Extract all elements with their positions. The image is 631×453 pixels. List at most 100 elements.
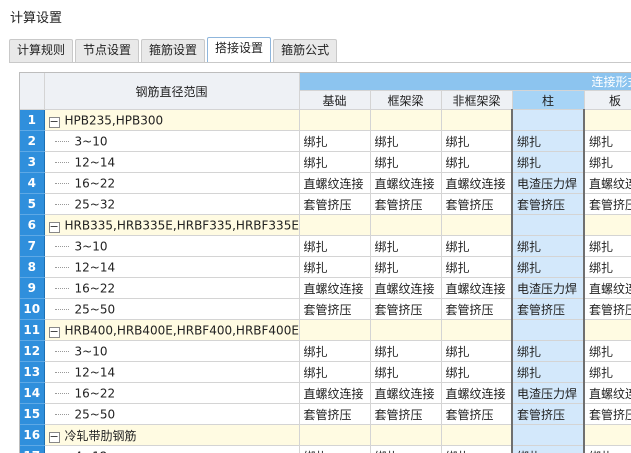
connection-cell[interactable]: 套管挤压 xyxy=(299,403,371,425)
connection-cell[interactable]: 套管挤压 xyxy=(511,403,585,425)
connection-cell[interactable]: 绑扎 xyxy=(511,361,585,383)
connection-cell[interactable] xyxy=(370,109,442,131)
connection-cell[interactable]: 电渣压力焊 xyxy=(511,277,585,299)
connection-cell[interactable]: 绑扎 xyxy=(511,256,585,278)
connection-cell[interactable]: 直螺纹连接 xyxy=(370,382,442,404)
connection-cell[interactable]: 绑扎 xyxy=(511,151,585,173)
connection-cell[interactable]: 绑扎 xyxy=(511,130,585,152)
row-number[interactable]: 2 xyxy=(20,130,45,152)
connection-cell[interactable]: 绑扎 xyxy=(299,235,371,257)
row-number[interactable]: 11 xyxy=(20,319,45,341)
tab-node-settings[interactable]: 节点设置 xyxy=(75,39,140,62)
diameter-range-cell[interactable]: 25~50 xyxy=(44,298,300,320)
diameter-range-cell[interactable]: 12~14 xyxy=(44,151,300,173)
connection-cell[interactable] xyxy=(511,109,585,131)
grade-group-cell[interactable]: − HRB335,HRB335E,HRBF335,HRBF335E xyxy=(44,214,300,236)
connection-cell[interactable]: 绑扎 xyxy=(370,340,442,362)
connection-cell[interactable]: 绑扎 xyxy=(584,151,631,173)
connection-cell[interactable]: 直螺纹连接 xyxy=(441,382,513,404)
connection-cell[interactable]: 绑扎 xyxy=(370,256,442,278)
connection-cell[interactable] xyxy=(584,109,631,131)
connection-cell[interactable]: 绑扎 xyxy=(299,340,371,362)
connection-cell[interactable]: 绑扎 xyxy=(584,340,631,362)
col-header-frame-beam[interactable]: 框架梁 xyxy=(370,90,442,110)
connection-cell[interactable] xyxy=(511,214,585,236)
connection-cell[interactable]: 绑扎 xyxy=(299,130,371,152)
row-number[interactable]: 16 xyxy=(20,424,45,446)
table-row[interactable]: 13 12~14 绑扎 绑扎 绑扎 绑扎 绑扎 xyxy=(20,361,631,383)
connection-cell[interactable]: 电渣压力焊 xyxy=(511,172,585,194)
diameter-range-cell[interactable]: 3~10 xyxy=(44,235,300,257)
row-number[interactable]: 15 xyxy=(20,403,45,425)
table-row[interactable]: 416~22直螺纹连接直螺纹连接直螺纹连接电渣压力焊直螺纹连接 xyxy=(20,172,631,194)
row-number[interactable]: 8 xyxy=(20,256,45,278)
diameter-range-cell[interactable]: 25~50 xyxy=(44,403,300,425)
row-number[interactable]: 12 xyxy=(20,340,45,362)
row-number[interactable]: 13 xyxy=(20,361,45,383)
table-row[interactable]: 525~32套管挤压套管挤压套管挤压套管挤压套管挤压 xyxy=(20,193,631,215)
table-row[interactable]: 8 12~14 绑扎 绑扎 绑扎 绑扎 绑扎 xyxy=(20,256,631,278)
connection-cell[interactable]: 套管挤压 xyxy=(441,298,513,320)
connection-cell[interactable] xyxy=(299,319,371,341)
connection-cell[interactable] xyxy=(441,109,513,131)
diameter-range-cell[interactable]: 12~14 xyxy=(44,361,300,383)
connection-cell[interactable]: 绑扎 xyxy=(370,445,442,453)
connection-cell[interactable] xyxy=(299,424,371,446)
diameter-range-cell[interactable]: 12~14 xyxy=(44,256,300,278)
connection-cell[interactable]: 套管挤压 xyxy=(370,403,442,425)
connection-cell[interactable] xyxy=(441,214,513,236)
table-row[interactable]: 1416~22直螺纹连接直螺纹连接直螺纹连接电渣压力焊直螺纹连接 xyxy=(20,382,631,404)
connection-cell[interactable]: 套管挤压 xyxy=(441,403,513,425)
table-row[interactable]: 1525~50套管挤压套管挤压套管挤压套管挤压套管挤压 xyxy=(20,403,631,425)
diameter-range-cell[interactable]: 16~22 xyxy=(44,277,300,299)
group-row[interactable]: 11− HRB400,HRB400E,HRBF400,HRBF400E... xyxy=(20,319,631,341)
connection-cell[interactable]: 套管挤压 xyxy=(370,298,442,320)
connection-cell[interactable]: 直螺纹连接 xyxy=(441,277,513,299)
tab-calc-rules[interactable]: 计算规则 xyxy=(9,39,74,62)
connection-cell[interactable]: 套管挤压 xyxy=(299,193,371,215)
row-number[interactable]: 1 xyxy=(20,109,45,131)
connection-cell[interactable]: 绑扎 xyxy=(511,445,585,453)
collapse-toggle-icon[interactable]: − xyxy=(48,431,60,443)
connection-cell[interactable]: 直螺纹连接 xyxy=(299,277,371,299)
connection-cell[interactable]: 绑扎 xyxy=(441,256,513,278)
connection-cell[interactable] xyxy=(584,319,631,341)
table-row[interactable]: 2 3~10 绑扎 绑扎 绑扎 绑扎 绑扎 xyxy=(20,130,631,152)
diameter-range-cell[interactable]: 3~10 xyxy=(44,340,300,362)
connection-cell[interactable]: 直螺纹连接 xyxy=(299,172,371,194)
connection-cell[interactable]: 绑扎 xyxy=(299,361,371,383)
table-row[interactable]: 3 12~14 绑扎 绑扎 绑扎 绑扎 绑扎 xyxy=(20,151,631,173)
connection-cell[interactable]: 套管挤压 xyxy=(584,298,631,320)
connection-cell[interactable]: 绑扎 xyxy=(584,130,631,152)
diameter-range-cell[interactable]: 4~12 xyxy=(44,445,300,453)
tab-stirrup-settings[interactable]: 箍筋设置 xyxy=(141,39,206,62)
connection-cell[interactable] xyxy=(511,319,585,341)
connection-cell[interactable]: 绑扎 xyxy=(584,361,631,383)
connection-cell[interactable]: 直螺纹连接 xyxy=(299,382,371,404)
connection-cell[interactable] xyxy=(441,424,513,446)
connection-cell[interactable]: 套管挤压 xyxy=(299,298,371,320)
connection-cell[interactable]: 套管挤压 xyxy=(584,193,631,215)
row-number[interactable]: 6 xyxy=(20,214,45,236)
table-row[interactable]: 7 3~10 绑扎 绑扎 绑扎 绑扎 绑扎 xyxy=(20,235,631,257)
table-row[interactable]: 916~22直螺纹连接直螺纹连接直螺纹连接电渣压力焊直螺纹连接 xyxy=(20,277,631,299)
row-number[interactable]: 7 xyxy=(20,235,45,257)
connection-cell[interactable]: 直螺纹连接 xyxy=(370,172,442,194)
grade-group-cell[interactable]: − HRB400,HRB400E,HRBF400,HRBF400E... xyxy=(44,319,300,341)
col-header-nonframe-beam[interactable]: 非框架梁 xyxy=(441,90,513,110)
row-number[interactable]: 10 xyxy=(20,298,45,320)
connection-cell[interactable]: 绑扎 xyxy=(511,235,585,257)
connection-cell[interactable]: 套管挤压 xyxy=(511,298,585,320)
connection-cell[interactable] xyxy=(370,424,442,446)
connection-cell[interactable]: 套管挤压 xyxy=(370,193,442,215)
collapse-toggle-icon[interactable]: − xyxy=(48,221,60,233)
connection-cell[interactable]: 绑扎 xyxy=(370,235,442,257)
diameter-range-cell[interactable]: 3~10 xyxy=(44,130,300,152)
connection-cell[interactable] xyxy=(584,214,631,236)
tab-stirrup-formula[interactable]: 箍筋公式 xyxy=(273,39,338,62)
connection-cell[interactable]: 绑扎 xyxy=(299,445,371,453)
collapse-toggle-icon[interactable]: − xyxy=(48,326,60,338)
connection-cell[interactable]: 直螺纹连接 xyxy=(584,382,631,404)
connection-cell[interactable]: 绑扎 xyxy=(511,340,585,362)
connection-cell[interactable]: 绑扎 xyxy=(441,445,513,453)
